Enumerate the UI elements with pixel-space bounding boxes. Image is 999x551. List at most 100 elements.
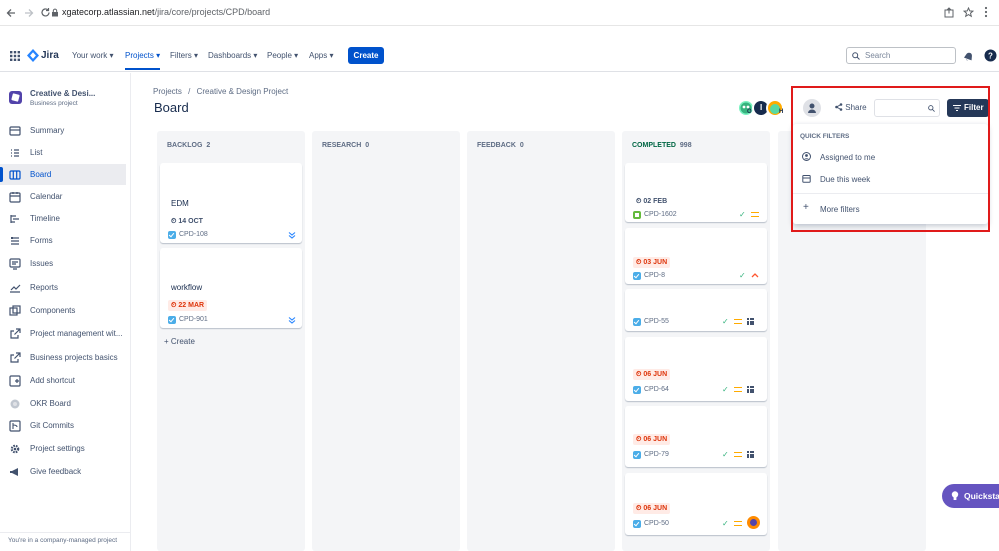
card-cpd-8[interactable]: ⏲ 03 JUN CPD-8 ✓ xyxy=(625,228,767,284)
quickstart-button[interactable]: Quicksta xyxy=(942,484,999,508)
browser-menu-icon[interactable] xyxy=(984,6,988,18)
column-feedback: FEEDBACK 0 xyxy=(467,131,615,551)
done-check-icon: ✓ xyxy=(739,210,746,219)
due-date-overdue: ⏲ 06 JUN xyxy=(633,503,671,514)
timeline-icon xyxy=(10,215,19,223)
okr-icon xyxy=(10,399,20,409)
card-cpd-55[interactable]: CPD-55 ✓ xyxy=(625,289,767,331)
column-backlog: BACKLOG 2 EDM ⏲ 14 OCT CPD-108 workflow … xyxy=(157,131,305,551)
back-icon[interactable] xyxy=(6,8,16,18)
sidebar-item-summary[interactable]: Summary xyxy=(0,120,126,141)
reports-icon xyxy=(10,284,21,293)
done-check-icon: ✓ xyxy=(739,271,746,280)
priority-medium-icon xyxy=(734,452,742,457)
subtasks-icon xyxy=(747,451,754,458)
forms-icon xyxy=(11,237,19,245)
card-cpd-1602[interactable]: ⏲ 02 FEB CPD-1602 ✓ xyxy=(625,163,767,222)
global-search-input[interactable]: Search xyxy=(846,47,956,64)
card-cpd-108[interactable]: EDM ⏲ 14 OCT CPD-108 xyxy=(160,163,302,243)
done-check-icon: ✓ xyxy=(722,317,729,326)
megaphone-icon xyxy=(10,468,18,476)
assignee-avatar[interactable] xyxy=(747,516,760,529)
done-check-icon: ✓ xyxy=(722,385,729,394)
app-switcher-icon[interactable] xyxy=(10,51,20,61)
story-icon xyxy=(633,211,641,219)
sidebar-item-timeline[interactable]: Timeline xyxy=(0,208,126,229)
sidebar-item-calendar[interactable]: Calendar xyxy=(0,186,126,207)
calendar-icon xyxy=(9,192,21,203)
sidebar-item-list[interactable]: List xyxy=(0,142,126,163)
card-cpd-64[interactable]: ⏲ 06 JUN CPD-64 ✓ xyxy=(625,337,767,401)
nav-your-work[interactable]: Your work ▾ xyxy=(72,51,114,60)
priority-lowest-icon xyxy=(288,232,296,239)
column-completed: COMPLETED 998 ⏲ 02 FEB CPD-1602 ✓ ⏲ 03 J… xyxy=(622,131,770,551)
avatar-initial: H xyxy=(779,109,784,115)
sidebar-item-project-settings[interactable]: Project settings xyxy=(0,438,126,459)
priority-lowest-icon xyxy=(288,317,296,324)
breadcrumb-project[interactable]: Creative & Design Project xyxy=(197,87,289,96)
forward-icon[interactable] xyxy=(24,8,34,18)
sidebar-footer: You're in a company-managed project xyxy=(8,537,118,544)
svg-text:?: ? xyxy=(988,52,993,61)
due-date-overdue: ⏲ 03 JUN xyxy=(633,257,671,268)
sidebar-item-business-basics[interactable]: Business projects basics xyxy=(0,347,126,368)
task-icon xyxy=(633,386,641,394)
sidebar-item-board[interactable]: Board xyxy=(0,164,126,185)
jira-wordmark[interactable]: Jira xyxy=(41,50,59,61)
gear-icon xyxy=(10,444,20,454)
nav-projects[interactable]: Projects ▾ xyxy=(125,51,161,70)
column-header: BACKLOG 2 xyxy=(167,142,211,149)
sidebar-item-forms[interactable]: Forms xyxy=(0,230,126,251)
done-check-icon: ✓ xyxy=(722,450,729,459)
nav-people[interactable]: People ▾ xyxy=(267,51,298,60)
lightbulb-icon xyxy=(951,491,959,500)
create-button[interactable]: Create xyxy=(348,47,384,64)
priority-medium-icon xyxy=(734,387,742,392)
browser-toolbar: xgatecorp.atlassian.net/jira/core/projec… xyxy=(0,0,999,26)
notifications-icon[interactable] xyxy=(963,50,974,61)
priority-medium-icon xyxy=(734,521,742,526)
task-icon xyxy=(633,451,641,459)
sidebar-item-okr-board[interactable]: OKR Board xyxy=(0,393,126,414)
list-icon xyxy=(11,149,19,157)
lock-icon xyxy=(52,8,58,17)
share-page-icon[interactable] xyxy=(944,7,955,18)
page-title: Board xyxy=(154,100,189,115)
external-link-icon xyxy=(10,328,21,339)
column-header: FEEDBACK 0 xyxy=(477,142,524,149)
due-date: ⏲ 02 FEB xyxy=(633,196,671,207)
nav-filters[interactable]: Filters ▾ xyxy=(170,51,198,60)
reload-icon[interactable] xyxy=(40,7,51,18)
sidebar-item-give-feedback[interactable]: Give feedback xyxy=(0,461,126,482)
search-icon xyxy=(852,52,860,60)
sidebar-item-issues[interactable]: Issues xyxy=(0,253,126,274)
help-icon[interactable]: ? xyxy=(984,49,997,62)
git-icon xyxy=(9,420,21,432)
nav-apps[interactable]: Apps ▾ xyxy=(309,51,333,60)
project-avatar[interactable] xyxy=(9,91,22,104)
card-cpd-79[interactable]: ⏲ 06 JUN CPD-79 ✓ xyxy=(625,406,767,467)
due-date-overdue: ⏲ 22 MAR xyxy=(168,300,208,311)
due-date-overdue: ⏲ 06 JUN xyxy=(633,434,671,445)
card-cpd-901[interactable]: workflow ⏲ 22 MAR CPD-901 xyxy=(160,248,302,328)
sidebar-item-reports[interactable]: Reports xyxy=(0,277,126,298)
nav-dashboards[interactable]: Dashboards ▾ xyxy=(208,51,257,60)
components-icon xyxy=(9,305,21,316)
project-name[interactable]: Creative & Desi... xyxy=(30,89,95,98)
jira-logo-icon[interactable] xyxy=(27,49,39,62)
avatar-initial: O xyxy=(747,109,752,115)
task-icon xyxy=(633,272,641,280)
sidebar-item-add-shortcut[interactable]: Add shortcut xyxy=(0,370,126,391)
address-bar[interactable]: xgatecorp.atlassian.net/jira/core/projec… xyxy=(62,7,270,17)
priority-high-icon xyxy=(751,273,759,278)
breadcrumb-projects[interactable]: Projects xyxy=(153,87,182,96)
sidebar-item-project-management[interactable]: Project management wit... xyxy=(0,323,126,344)
breadcrumb: Projects / Creative & Design Project xyxy=(153,87,289,96)
summary-icon xyxy=(9,126,21,136)
card-cpd-50[interactable]: ⏲ 06 JUN CPD-50 ✓ xyxy=(625,473,767,535)
create-issue-button[interactable]: + Create xyxy=(164,337,195,346)
task-icon xyxy=(633,520,641,528)
sidebar-item-components[interactable]: Components xyxy=(0,300,126,321)
sidebar-item-git-commits[interactable]: Git Commits xyxy=(0,415,126,436)
bookmark-star-icon[interactable] xyxy=(963,7,974,18)
